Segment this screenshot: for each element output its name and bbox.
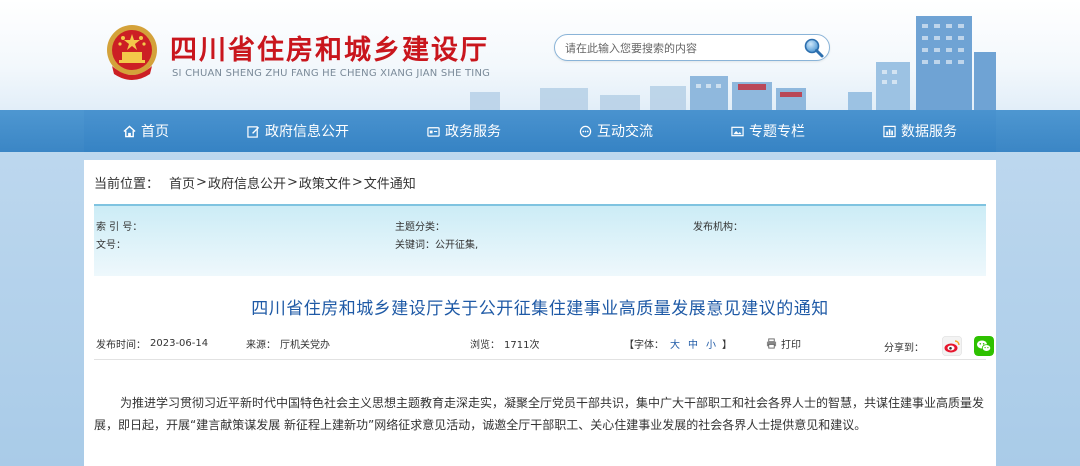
site-header: 四川省住房和城乡建设厅 SI CHUAN SHENG ZHU FANG HE C… (0, 0, 1080, 110)
meta-doc-no: 文号： (96, 236, 126, 251)
search-input[interactable] (565, 39, 801, 57)
nav-item-label: 政务服务 (445, 124, 501, 140)
font-size-small-button[interactable]: 小 (706, 336, 716, 351)
nav-item-label: 首页 (141, 124, 169, 140)
wechat-icon[interactable] (974, 336, 994, 356)
nav-item-label: 数据服务 (901, 124, 957, 140)
font-size-large-button[interactable]: 大 (670, 336, 680, 351)
meta-category: 主题分类： (395, 218, 445, 233)
source: 来源： 厅机关党办 (246, 336, 330, 351)
chart-icon (883, 125, 896, 137)
meta-index-no: 索 引 号： (96, 218, 142, 233)
font-size-label: 【字体： (624, 340, 664, 351)
nav-item-label: 专题专栏 (749, 124, 805, 140)
publish-date: 发布时间： 2023-06-14 (96, 336, 208, 351)
meta-publisher: 发布机构： (693, 218, 743, 233)
meta-keywords: 关键词：公开征集, (395, 236, 478, 251)
document-meta-box: 索 引 号： 主题分类： 发布机构： 文号： 关键词：公开征集, (94, 204, 986, 276)
meta-keywords-label: 关键词： (395, 240, 435, 251)
city-skyline-decoration (470, 16, 996, 110)
site-title: 四川省住房和城乡建设厅 (170, 35, 489, 66)
font-size-control: 【字体： 大 中 小 】 (624, 336, 732, 351)
source-value: 厅机关党办 (280, 340, 330, 351)
card-icon (427, 126, 440, 137)
document-info-bar: 发布时间： 2023-06-14 来源： 厅机关党办 浏览： 1711次 【字体： 大… (94, 336, 994, 360)
print-button[interactable]: 打印 (766, 336, 801, 351)
breadcrumb-item-home[interactable]: 首页 (169, 173, 195, 192)
nav-item-special-topics[interactable]: 专题专栏 (717, 110, 819, 152)
edit-icon (247, 125, 260, 138)
national-emblem-icon (107, 25, 157, 80)
breadcrumb: 当前位置： 首页 > 政府信息公开 > 政策文件 > 文件通知 (94, 173, 416, 192)
meta-category-label: 主题分类： (395, 222, 445, 233)
weibo-icon[interactable] (942, 336, 962, 356)
nav-item-home[interactable]: 首页 (109, 110, 183, 152)
document-title: 四川省住房和城乡建设厅关于公开征集住建事业高质量发展意见建议的通知 (251, 299, 829, 319)
font-size-close: 】 (722, 340, 732, 351)
nav-item-label: 互动交流 (597, 124, 653, 140)
meta-keywords-value: 公开征集, (435, 240, 479, 251)
views-value: 1711次 (504, 340, 540, 351)
search-box (554, 34, 830, 61)
home-icon (123, 124, 136, 137)
publish-date-value: 2023-06-14 (150, 338, 209, 349)
nav-item-data-service[interactable]: 数据服务 (869, 110, 971, 152)
share-label: 分享到： (884, 342, 924, 354)
breadcrumb-separator: > (351, 175, 363, 190)
nav-item-gov-info[interactable]: 政府信息公开 (233, 110, 363, 152)
print-label: 打印 (781, 340, 801, 351)
breadcrumb-label: 当前位置： (94, 177, 160, 192)
source-label: 来源： (246, 340, 276, 351)
search-icon[interactable] (803, 37, 825, 59)
publish-date-label: 发布时间： (96, 340, 146, 351)
breadcrumb-item-policy-docs[interactable]: 政策文件 (299, 173, 351, 192)
share-bar: 分享到： (884, 332, 994, 360)
meta-doc-no-label: 文号： (96, 240, 126, 251)
views-label: 浏览： (470, 340, 500, 351)
chat-icon (579, 125, 592, 137)
printer-icon (766, 338, 777, 349)
nav-item-interaction[interactable]: 互动交流 (565, 110, 667, 152)
view-count: 浏览： 1711次 (470, 336, 539, 351)
picture-icon (731, 126, 744, 136)
breadcrumb-item-gov-info[interactable]: 政府信息公开 (208, 173, 286, 192)
breadcrumb-separator: > (196, 175, 207, 190)
font-size-medium-button[interactable]: 中 (688, 336, 698, 351)
nav-item-gov-service[interactable]: 政务服务 (413, 110, 515, 152)
breadcrumb-item-notices[interactable]: 文件通知 (364, 173, 416, 192)
meta-index-label: 索 引 号： (96, 222, 143, 233)
content-panel: 当前位置： 首页 > 政府信息公开 > 政策文件 > 文件通知 索 引 号： 主… (84, 160, 996, 466)
document-body: 为推进学习贯彻习近平新时代中国特色社会主义思想主题教育走深走实，凝聚全厅党员干部… (94, 396, 985, 432)
meta-publisher-label: 发布机构： (693, 222, 743, 233)
nav-item-label: 政府信息公开 (265, 124, 349, 140)
site-pinyin-subtitle: SI CHUAN SHENG ZHU FANG HE CHENG XIANG J… (172, 68, 491, 79)
breadcrumb-separator: > (286, 175, 298, 190)
main-nav: 首页 政府信息公开 政务服务 互动交流 专题专栏 数据服务 (0, 110, 1080, 152)
